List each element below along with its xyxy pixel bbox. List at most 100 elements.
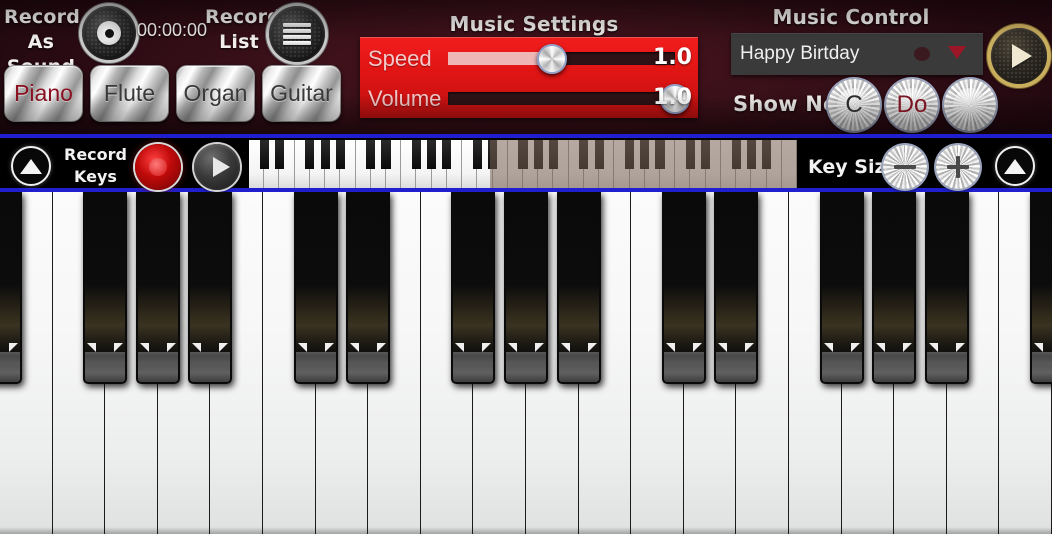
mini-black-key <box>624 140 635 169</box>
black-key[interactable] <box>924 192 969 384</box>
collapse-panel-right-button[interactable] <box>995 146 1035 186</box>
key-gloss <box>348 352 389 382</box>
mini-black-key <box>274 140 284 169</box>
record-keys-label-line1: Record <box>64 145 127 164</box>
mini-black-key <box>655 140 665 169</box>
key-highlight-left <box>192 343 202 352</box>
mini-black-key <box>381 140 391 169</box>
piano-keyboard[interactable] <box>0 192 1052 534</box>
key-highlight-right <box>166 343 176 352</box>
key-size-minus-button[interactable] <box>883 145 927 189</box>
speed-slider-thumb[interactable] <box>537 44 568 74</box>
key-highlight-right <box>482 343 492 352</box>
mini-keyboard-overview[interactable] <box>249 140 797 188</box>
mini-black-key <box>548 140 558 169</box>
dropdown-dot-icon <box>914 47 930 61</box>
collapse-panel-left-button[interactable] <box>11 146 51 186</box>
black-key[interactable] <box>872 192 917 384</box>
note-mode-button-c[interactable]: C <box>828 79 880 131</box>
key-highlight-left <box>87 343 97 352</box>
song-dropdown-value: Happy Birtday <box>740 43 860 64</box>
key-highlight-left <box>718 343 728 352</box>
black-key[interactable] <box>451 192 496 384</box>
black-key[interactable] <box>714 192 759 384</box>
key-highlight-left <box>350 343 360 352</box>
key-highlight-left <box>297 343 307 352</box>
record-as-sound-button[interactable] <box>82 6 136 60</box>
key-gloss <box>295 352 336 382</box>
key-gloss <box>85 352 126 382</box>
key-highlight-right <box>955 343 965 352</box>
record-keys-label-line2: Keys <box>74 167 117 186</box>
mini-black-key <box>640 140 650 169</box>
black-key[interactable] <box>661 192 706 384</box>
key-highlight-left <box>560 343 570 352</box>
record-keys-label: Record Keys <box>63 144 128 188</box>
black-key[interactable] <box>819 192 864 384</box>
play-keys-button[interactable] <box>194 144 240 190</box>
record-as-sound-label-line1: Record <box>4 6 81 28</box>
key-highlight-right <box>692 343 702 352</box>
key-highlight-left <box>823 343 833 352</box>
key-gloss <box>874 352 915 382</box>
instrument-button-piano[interactable]: Piano <box>4 65 83 122</box>
note-mode-button-none[interactable] <box>944 79 996 131</box>
mini-black-key <box>594 140 604 169</box>
music-settings-panel: Speed 1.0 Volume 1.0 <box>360 37 698 118</box>
key-highlight-left <box>139 343 149 352</box>
instrument-button-flute[interactable]: Flute <box>90 65 169 122</box>
black-key[interactable] <box>504 192 548 384</box>
record-list-button[interactable] <box>269 6 325 62</box>
key-gloss <box>137 352 178 382</box>
mini-black-key <box>533 140 543 169</box>
black-key[interactable] <box>83 192 128 384</box>
black-key[interactable] <box>135 192 180 384</box>
note-mode-c-label: C <box>845 91 863 118</box>
key-highlight-left <box>1034 343 1043 352</box>
key-gloss <box>453 352 494 382</box>
black-key[interactable] <box>346 192 391 384</box>
key-highlight-right <box>114 343 124 352</box>
record-keys-button[interactable] <box>135 144 181 190</box>
black-key[interactable] <box>188 192 233 384</box>
key-highlight-right <box>377 343 387 352</box>
key-highlight-right <box>745 343 755 352</box>
mini-black-key <box>579 140 589 169</box>
key-gloss <box>190 352 231 382</box>
key-highlight-right <box>324 343 334 352</box>
mini-black-key <box>685 140 695 169</box>
speed-value: 1.0 <box>653 45 692 70</box>
instrument-button-guitar[interactable]: Guitar <box>262 65 341 122</box>
key-highlight-left <box>665 343 675 352</box>
key-highlight-right <box>219 343 229 352</box>
note-mode-button-do[interactable]: Do <box>886 79 938 131</box>
black-key[interactable] <box>556 192 601 384</box>
record-dot-icon <box>97 21 121 45</box>
key-size-plus-button[interactable] <box>936 145 980 189</box>
key-highlight-left <box>876 343 886 352</box>
mini-black-key <box>442 140 452 169</box>
mini-black-key <box>320 140 330 169</box>
black-key[interactable] <box>1030 192 1052 384</box>
mini-black-key <box>411 140 421 169</box>
mini-black-key <box>366 140 376 169</box>
music-play-button[interactable] <box>991 28 1047 84</box>
volume-slider-track[interactable] <box>448 92 675 105</box>
play-icon <box>1012 44 1032 68</box>
key-gloss <box>506 352 546 382</box>
key-gloss <box>926 352 967 382</box>
note-mode-do-label: Do <box>896 91 928 118</box>
mini-black-key <box>305 140 315 169</box>
key-highlight-left <box>508 343 517 352</box>
volume-slider-row: Volume 1.0 <box>360 78 698 118</box>
record-list-label-line2: List <box>219 31 259 53</box>
black-key[interactable] <box>0 192 22 384</box>
key-highlight-right <box>535 343 544 352</box>
key-gloss <box>716 352 757 382</box>
song-dropdown[interactable]: Happy Birtday <box>731 33 983 75</box>
key-gloss <box>0 352 20 382</box>
black-key[interactable] <box>293 192 338 384</box>
volume-value: 1.0 <box>653 85 692 110</box>
mini-black-key <box>731 140 741 169</box>
instrument-button-organ[interactable]: Organ <box>176 65 255 122</box>
